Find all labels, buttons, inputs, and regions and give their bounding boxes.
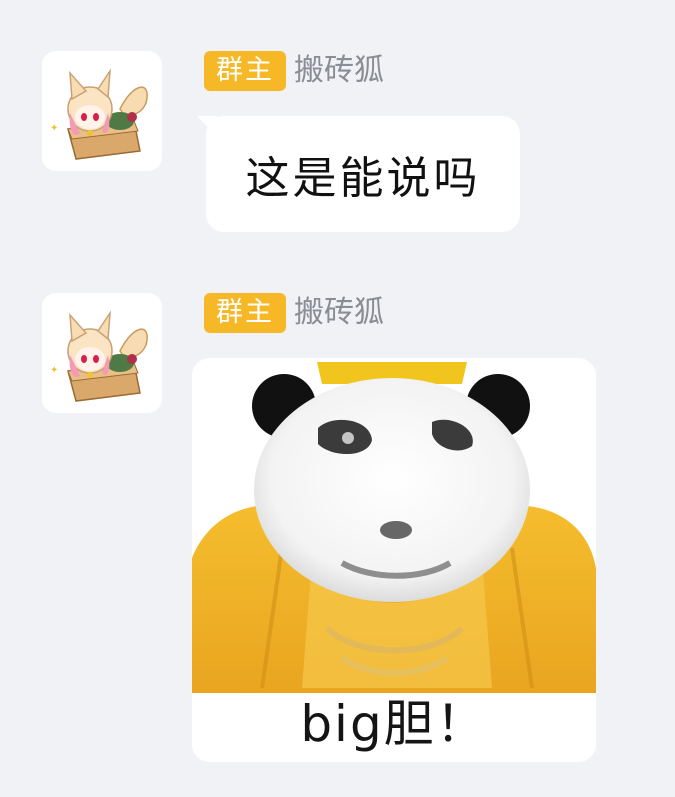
fox-girl-in-box-avatar-icon: ✦ <box>50 310 148 402</box>
chat-message: ✦ 群主 搬砖狐 big胆！ <box>0 0 675 797</box>
sender-row: 群主 搬砖狐 <box>204 293 384 333</box>
image-caption: big胆！ <box>300 695 488 753</box>
sender-name[interactable]: 搬砖狐 <box>294 293 384 333</box>
svg-text:✦: ✦ <box>50 365 58 376</box>
role-badge: 群主 <box>204 293 286 333</box>
image-message[interactable]: big胆！ <box>192 358 596 762</box>
avatar[interactable]: ✦ <box>42 293 162 413</box>
